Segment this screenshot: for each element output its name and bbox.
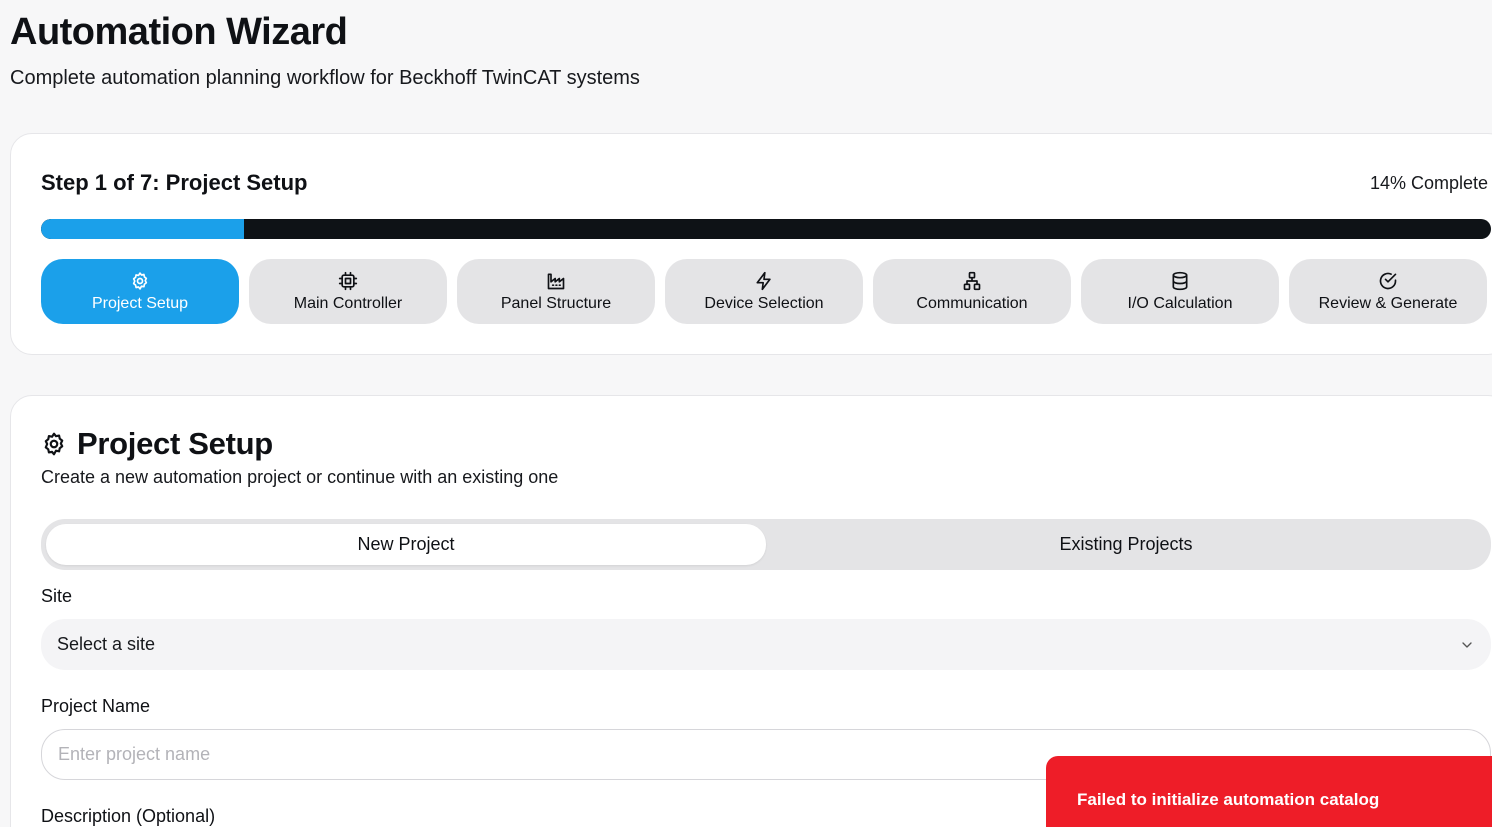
project-tabs: New Project Existing Projects bbox=[41, 519, 1491, 570]
step-label: Panel Structure bbox=[500, 294, 612, 312]
page-subtitle: Complete automation planning workflow fo… bbox=[10, 67, 640, 89]
check-circle-icon bbox=[1379, 272, 1397, 289]
gear-icon bbox=[132, 271, 148, 290]
factory-icon bbox=[547, 273, 565, 289]
step-main-controller[interactable]: Main Controller bbox=[249, 259, 447, 324]
database-icon bbox=[1172, 271, 1188, 290]
cpu-icon bbox=[338, 271, 358, 290]
tab-existing-projects[interactable]: Existing Projects bbox=[766, 524, 1486, 565]
error-toast[interactable]: Failed to initialize automation catalog bbox=[1046, 756, 1492, 827]
step-project-setup[interactable]: Project Setup bbox=[41, 259, 239, 324]
progress-card: Step 1 of 7: Project Setup 14% Complete … bbox=[10, 133, 1492, 355]
section-description: Create a new automation project or conti… bbox=[41, 467, 559, 487]
description-label: Description (Optional) bbox=[41, 806, 216, 826]
step-io-calculation[interactable]: I/O Calculation bbox=[1081, 259, 1279, 324]
tab-new-project[interactable]: New Project bbox=[46, 524, 766, 565]
step-title: Step 1 of 7: Project Setup bbox=[41, 170, 308, 195]
toast-message: Failed to initialize automation catalog bbox=[1077, 790, 1380, 809]
step-device-selection[interactable]: Device Selection bbox=[665, 259, 863, 324]
step-label: Communication bbox=[916, 294, 1028, 312]
step-panel-structure[interactable]: Panel Structure bbox=[457, 259, 655, 324]
network-icon bbox=[963, 271, 981, 290]
progress-bar-fill bbox=[41, 219, 244, 239]
site-select[interactable]: Select a site bbox=[41, 619, 1491, 670]
step-review-generate[interactable]: Review & Generate bbox=[1289, 259, 1487, 324]
site-label: Site bbox=[41, 586, 73, 606]
section-header: Project Setup bbox=[41, 426, 273, 462]
step-label: Main Controller bbox=[293, 294, 403, 312]
step-label: Device Selection bbox=[704, 294, 824, 312]
section-title: Project Setup bbox=[77, 426, 273, 461]
progress-bar bbox=[41, 219, 1491, 239]
lightning-icon bbox=[756, 271, 771, 290]
step-communication[interactable]: Communication bbox=[873, 259, 1071, 324]
chevron-down-icon bbox=[1462, 641, 1472, 648]
site-select-value: Select a site bbox=[57, 634, 156, 654]
step-label: Project Setup bbox=[91, 294, 189, 312]
gear-icon bbox=[44, 432, 64, 456]
page-title: Automation Wizard bbox=[10, 11, 348, 53]
percent-complete: 14% Complete bbox=[1370, 173, 1489, 193]
step-label: Review & Generate bbox=[1318, 294, 1458, 312]
step-label: I/O Calculation bbox=[1127, 294, 1233, 312]
project-name-label: Project Name bbox=[41, 696, 151, 716]
step-nav: Project Setup Main Controller Panel Stru… bbox=[41, 259, 1487, 324]
